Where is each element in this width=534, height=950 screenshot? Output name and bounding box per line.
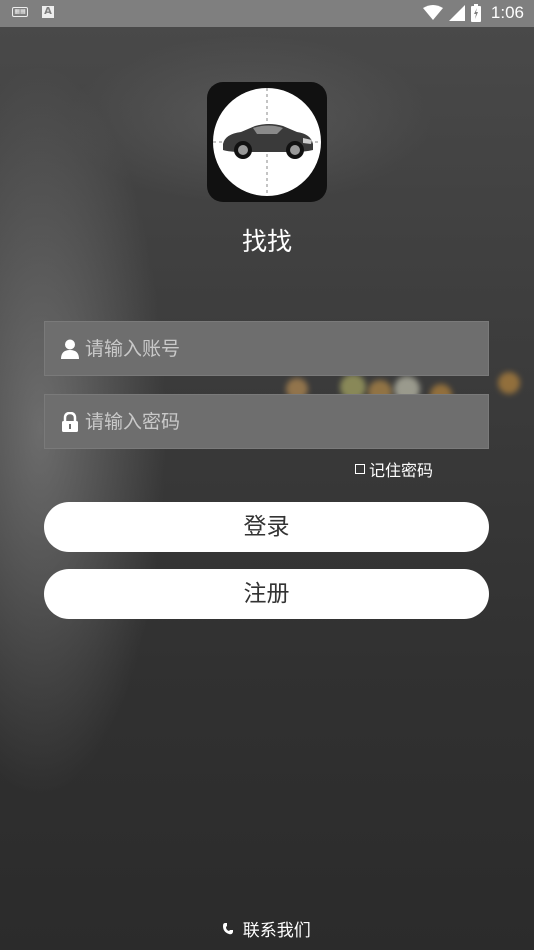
user-icon xyxy=(61,339,79,359)
login-button[interactable]: 登录 xyxy=(44,502,489,552)
wifi-icon xyxy=(422,5,443,20)
background-light xyxy=(498,372,520,394)
signal-icon xyxy=(448,5,465,21)
remember-password[interactable]: 记住密码 xyxy=(355,457,433,481)
app-logo xyxy=(207,82,327,202)
a-icon: A xyxy=(42,6,54,18)
battery-icon xyxy=(470,4,481,22)
lock-icon xyxy=(62,412,78,432)
keyboard-icon: ▦▦ xyxy=(12,7,28,17)
car-crosshair-icon xyxy=(213,88,321,196)
phone-icon xyxy=(223,922,234,934)
register-button[interactable]: 注册 xyxy=(44,569,489,619)
logo-circle xyxy=(213,88,321,196)
password-input[interactable] xyxy=(85,395,480,448)
contact-us-link[interactable]: 联系我们 xyxy=(0,916,534,941)
remember-label: 记住密码 xyxy=(369,461,434,480)
contact-us-label: 联系我们 xyxy=(242,921,311,941)
account-field[interactable] xyxy=(44,321,489,376)
status-bar: ▦▦ A 1:06 xyxy=(0,0,534,27)
status-time: 1:06 xyxy=(490,3,524,22)
account-input[interactable] xyxy=(85,322,480,375)
password-field[interactable] xyxy=(44,394,489,449)
login-screen: ▦▦ A 1:06 找找 请输入账号 记住密码 登录 注册 联系我们 xyxy=(0,0,534,950)
app-name: 找找 xyxy=(241,227,292,256)
remember-checkbox[interactable] xyxy=(355,464,365,474)
